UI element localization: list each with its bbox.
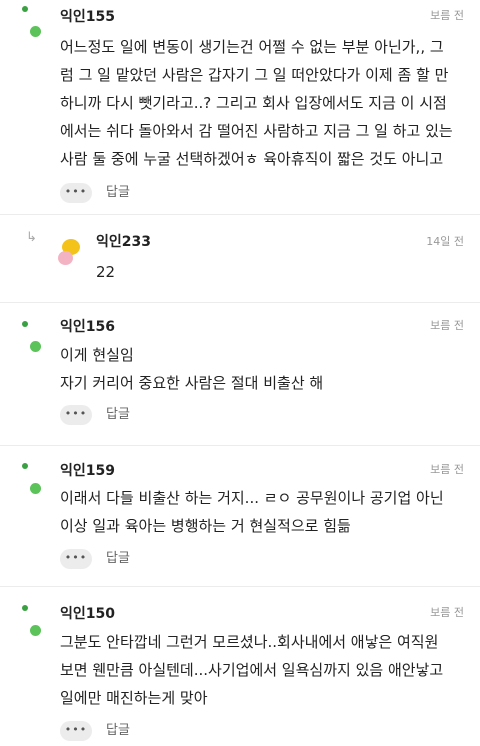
comment-line: 에서는 쉬다 돌아와서 감 떨어진 사람하고 지금 그 일 하고 있는	[60, 122, 453, 140]
comment-author[interactable]: 익인155	[60, 8, 115, 26]
comment-line: 일에만 매진하는게 맞아	[60, 689, 208, 707]
avatar-dot-large	[30, 483, 41, 494]
reply-button[interactable]: 답글	[106, 185, 130, 201]
avatar-dot-pink	[58, 251, 73, 265]
avatar	[58, 239, 90, 271]
reply-comment-item: ↳ 익인233 14일 전 22	[0, 215, 480, 303]
comment-author[interactable]: 익인156	[60, 318, 115, 336]
avatar-dot-small	[22, 605, 28, 611]
comment-time: 보름 전	[430, 319, 464, 332]
avatar-dot-small	[22, 6, 28, 12]
avatar	[22, 321, 54, 353]
comment-text: 이래서 다들 비출산 하는 거지... ㄹㅇ 공무원이나 공기업 아닌 이상 일…	[60, 484, 444, 540]
reply-button[interactable]: 답글	[106, 551, 130, 567]
comment-line: 자기 커리어 중요한 사람은 절대 비출산 해	[60, 374, 324, 392]
avatar-dot-small	[22, 463, 28, 469]
avatar-dot-large	[30, 625, 41, 636]
more-options-button[interactable]: •••	[60, 183, 92, 203]
comment-author[interactable]: 익인233	[96, 233, 151, 251]
comment-item: 익인156 보름 전 이게 현실임 자기 커리어 중요한 사람은 절대 비출산 …	[0, 303, 480, 445]
avatar	[22, 6, 54, 38]
more-options-button[interactable]: •••	[60, 721, 92, 741]
comment-line: 이게 현실임	[60, 346, 134, 364]
comment-line: 22	[96, 263, 116, 281]
more-options-button[interactable]: •••	[60, 549, 92, 569]
comment-author[interactable]: 익인159	[60, 462, 115, 480]
comment-time: 보름 전	[430, 606, 464, 619]
avatar	[22, 463, 54, 495]
comment-text: 22	[96, 258, 115, 286]
comment-line: 하니까 다시 뺏기라고..? 그리고 회사 입장에서도 지금 이 시점	[60, 94, 447, 112]
comment-line: 그분도 안타깝네 그런거 모르셨나..회사내에서 애낳은 여직원	[60, 633, 439, 651]
reply-arrow-icon: ↳	[26, 230, 37, 245]
comment-line: 이상 일과 육아는 병행하는 거 현실적으로 힘듦	[60, 517, 351, 535]
reply-button[interactable]: 답글	[106, 407, 130, 423]
avatar-dot-large	[30, 341, 41, 352]
comment-time: 보름 전	[430, 463, 464, 476]
avatar-dot-small	[22, 321, 28, 327]
comment-text: 그분도 안타깝네 그런거 모르셨나..회사내에서 애낳은 여직원 보면 웬만큼 …	[60, 628, 443, 712]
avatar-dot-large	[30, 26, 41, 37]
more-options-button[interactable]: •••	[60, 405, 92, 425]
comment-line: 사람 둘 중에 누굴 선택하겠어ㅎ 육아휴직이 짧은 것도 아니고	[60, 150, 444, 168]
comment-item: 익인150 보름 전 그분도 안타깝네 그런거 모르셨나..회사내에서 애낳은 …	[0, 587, 480, 746]
avatar	[22, 605, 54, 637]
comment-text: 어느정도 일에 변동이 생기는건 어쩔 수 없는 부분 아닌가,, 그 럼 그 …	[60, 33, 453, 173]
reply-button[interactable]: 답글	[106, 723, 130, 739]
comment-line: 어느정도 일에 변동이 생기는건 어쩔 수 없는 부분 아닌가,, 그	[60, 38, 444, 56]
comment-line: 보면 웬만큼 아실텐데...사기업에서 일욕심까지 있음 애안낳고	[60, 661, 444, 679]
comment-text: 이게 현실임 자기 커리어 중요한 사람은 절대 비출산 해	[60, 341, 323, 397]
comment-time: 14일 전	[426, 235, 464, 248]
comment-time: 보름 전	[430, 9, 464, 22]
comment-item: 익인159 보름 전 이래서 다들 비출산 하는 거지... ㄹㅇ 공무원이나 …	[0, 446, 480, 586]
comment-line: 럼 그 일 맡았던 사람은 갑자기 그 일 떠안았다가 이제 좀 할 만	[60, 66, 449, 84]
comment-line: 이래서 다들 비출산 하는 거지... ㄹㅇ 공무원이나 공기업 아닌	[60, 489, 444, 507]
comment-author[interactable]: 익인150	[60, 605, 115, 623]
comment-item: 익인155 보름 전 어느정도 일에 변동이 생기는건 어쩔 수 없는 부분 아…	[0, 0, 480, 214]
